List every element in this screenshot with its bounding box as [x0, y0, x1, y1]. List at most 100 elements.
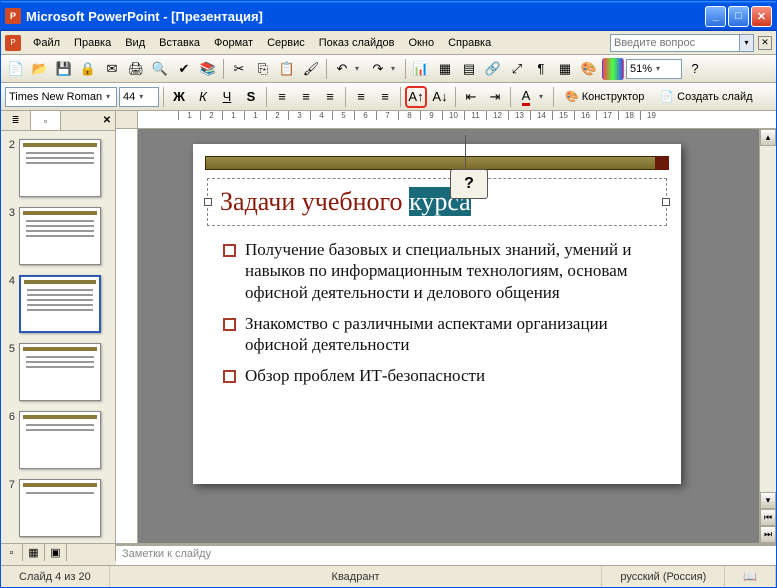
bullet-item[interactable]: Знакомство с различными аспектами органи… [223, 313, 661, 356]
tables-borders-button[interactable]: ▤ [458, 58, 480, 80]
normal-view-button[interactable]: ▫ [1, 544, 23, 561]
doc-close-button[interactable]: ✕ [758, 36, 772, 50]
show-format-button[interactable]: ¶ [530, 58, 552, 80]
underline-button[interactable]: Ч [216, 86, 238, 108]
notes-pane[interactable]: Заметки к слайду [116, 543, 776, 565]
help-search-input[interactable] [610, 34, 740, 52]
spell-button[interactable]: ✔ [173, 58, 195, 80]
bullet-item[interactable]: Обзор проблем ИТ-безопасности [223, 365, 661, 386]
permission-button[interactable]: 🔒 [77, 58, 99, 80]
preview-button[interactable]: 🔍 [149, 58, 171, 80]
view-switcher: ▫ ▦ ▣ [1, 543, 116, 561]
menu-slideshow[interactable]: Показ слайдов [313, 34, 401, 52]
menu-format[interactable]: Формат [208, 34, 259, 52]
paste-button[interactable]: 📋 [276, 58, 298, 80]
status-language[interactable]: русский (Россия) [602, 566, 725, 587]
status-spellcheck-icon[interactable]: 📖 [725, 566, 776, 587]
doc-icon[interactable]: P [5, 35, 21, 51]
bullet-item[interactable]: Получение базовых и специальных знаний, … [223, 239, 661, 303]
cut-button[interactable]: ✂ [228, 58, 250, 80]
horizontal-ruler[interactable]: 12112345678910111213141516171819 [138, 111, 776, 128]
outline-tab[interactable]: ≣ [1, 111, 31, 130]
help-search-dropdown[interactable]: ▾ [740, 34, 754, 52]
italic-button[interactable]: К [192, 86, 214, 108]
email-button[interactable]: ✉ [101, 58, 123, 80]
new-slide-button[interactable]: 📄Создать слайд [653, 86, 759, 108]
new-button[interactable]: 📄 [5, 58, 27, 80]
thumb-4[interactable] [19, 275, 101, 333]
grid-button[interactable]: ▦ [554, 58, 576, 80]
slide-decoration-bar [205, 156, 669, 170]
align-left-button[interactable]: ≡ [271, 86, 293, 108]
grayscale-button[interactable] [602, 58, 624, 80]
shadow-button[interactable]: S [240, 86, 262, 108]
align-right-button[interactable]: ≡ [319, 86, 341, 108]
formatting-toolbar: Times New Roman▾ 44▾ Ж К Ч S ≡ ≡ ≡ ≡ ≡ A… [1, 83, 776, 111]
chart-button[interactable]: 📊 [410, 58, 432, 80]
research-button[interactable]: 📚 [197, 58, 219, 80]
hyperlink-button[interactable]: 🔗 [482, 58, 504, 80]
statusbar: Слайд 4 из 20 Квадрант русский (Россия) … [1, 565, 776, 587]
font-size-combo[interactable]: 44▾ [119, 87, 159, 107]
bullet-list-button[interactable]: ≡ [374, 86, 396, 108]
menu-insert[interactable]: Вставка [153, 34, 206, 52]
thumb-5[interactable] [19, 343, 101, 401]
numbered-list-button[interactable]: ≡ [350, 86, 372, 108]
menu-file[interactable]: Файл [27, 34, 66, 52]
minimize-button[interactable]: _ [705, 6, 726, 27]
table-button[interactable]: ▦ [434, 58, 456, 80]
menu-view[interactable]: Вид [119, 34, 151, 52]
font-color-button[interactable]: A [515, 86, 537, 108]
close-button[interactable]: ✕ [751, 6, 772, 27]
expand-button[interactable]: ⤢ [506, 58, 528, 80]
vertical-scrollbar[interactable]: ▴ ▾ ⏮ ⏭ [759, 129, 776, 543]
title-placeholder[interactable]: Задачи учебного курса [207, 178, 667, 226]
scroll-up-button[interactable]: ▴ [760, 129, 776, 146]
decrease-font-button[interactable]: A↓ [429, 86, 451, 108]
increase-indent-button[interactable]: ⇥ [484, 86, 506, 108]
save-button[interactable]: 💾 [53, 58, 75, 80]
menu-window[interactable]: Окно [403, 34, 441, 52]
standard-toolbar: 📄 📂 💾 🔒 ✉ 🖨 🔍 ✔ 📚 ✂ ⎘ 📋 🖌 ↶▾ ↷▾ 📊 ▦ ▤ 🔗 … [1, 55, 776, 83]
callout-tooltip: ? [450, 169, 488, 199]
open-button[interactable]: 📂 [29, 58, 51, 80]
menu-tools[interactable]: Сервис [261, 34, 311, 52]
slides-tab[interactable]: ▫ [31, 111, 61, 130]
menu-edit[interactable]: Правка [68, 34, 117, 52]
thumb-6[interactable] [19, 411, 101, 469]
undo-button[interactable]: ↶ [331, 58, 353, 80]
thumb-3[interactable] [19, 207, 101, 265]
slide-title[interactable]: Задачи учебного курса [220, 187, 471, 217]
menubar: P Файл Правка Вид Вставка Формат Сервис … [1, 31, 776, 55]
bold-button[interactable]: Ж [168, 86, 190, 108]
content-placeholder[interactable]: Получение базовых и специальных знаний, … [223, 239, 661, 397]
font-name-combo[interactable]: Times New Roman▾ [5, 87, 117, 107]
close-pane-button[interactable]: ✕ [99, 111, 115, 130]
slide[interactable]: Задачи учебного курса Получение базовых … [193, 144, 681, 484]
help-icon[interactable]: ? [684, 58, 706, 80]
thumbnail-list[interactable]: 2 3 4 5 6 7 8 [1, 131, 115, 543]
sorter-view-button[interactable]: ▦ [23, 544, 45, 561]
next-slide-button[interactable]: ⏭ [760, 526, 776, 543]
titlebar: P Microsoft PowerPoint - [Презентация] _… [1, 1, 776, 31]
vertical-ruler[interactable] [116, 129, 138, 543]
maximize-button[interactable]: □ [728, 6, 749, 27]
copy-button[interactable]: ⎘ [252, 58, 274, 80]
print-button[interactable]: 🖨 [125, 58, 147, 80]
scroll-down-button[interactable]: ▾ [760, 492, 776, 509]
slideshow-view-button[interactable]: ▣ [45, 544, 67, 561]
thumb-2[interactable] [19, 139, 101, 197]
zoom-combo[interactable]: 51%▾ [626, 59, 682, 79]
decrease-indent-button[interactable]: ⇤ [460, 86, 482, 108]
redo-button[interactable]: ↷ [367, 58, 389, 80]
thumb-7[interactable] [19, 479, 101, 537]
menu-help[interactable]: Справка [442, 34, 497, 52]
app-icon: P [5, 8, 21, 24]
format-painter-button[interactable]: 🖌 [300, 58, 322, 80]
prev-slide-button[interactable]: ⏮ [760, 509, 776, 526]
designer-button[interactable]: 🎨Конструктор [558, 86, 651, 108]
slide-canvas[interactable]: Задачи учебного курса Получение базовых … [138, 129, 759, 543]
color-button[interactable]: 🎨 [578, 58, 600, 80]
align-center-button[interactable]: ≡ [295, 86, 317, 108]
increase-font-button[interactable]: A↑ [405, 86, 427, 108]
